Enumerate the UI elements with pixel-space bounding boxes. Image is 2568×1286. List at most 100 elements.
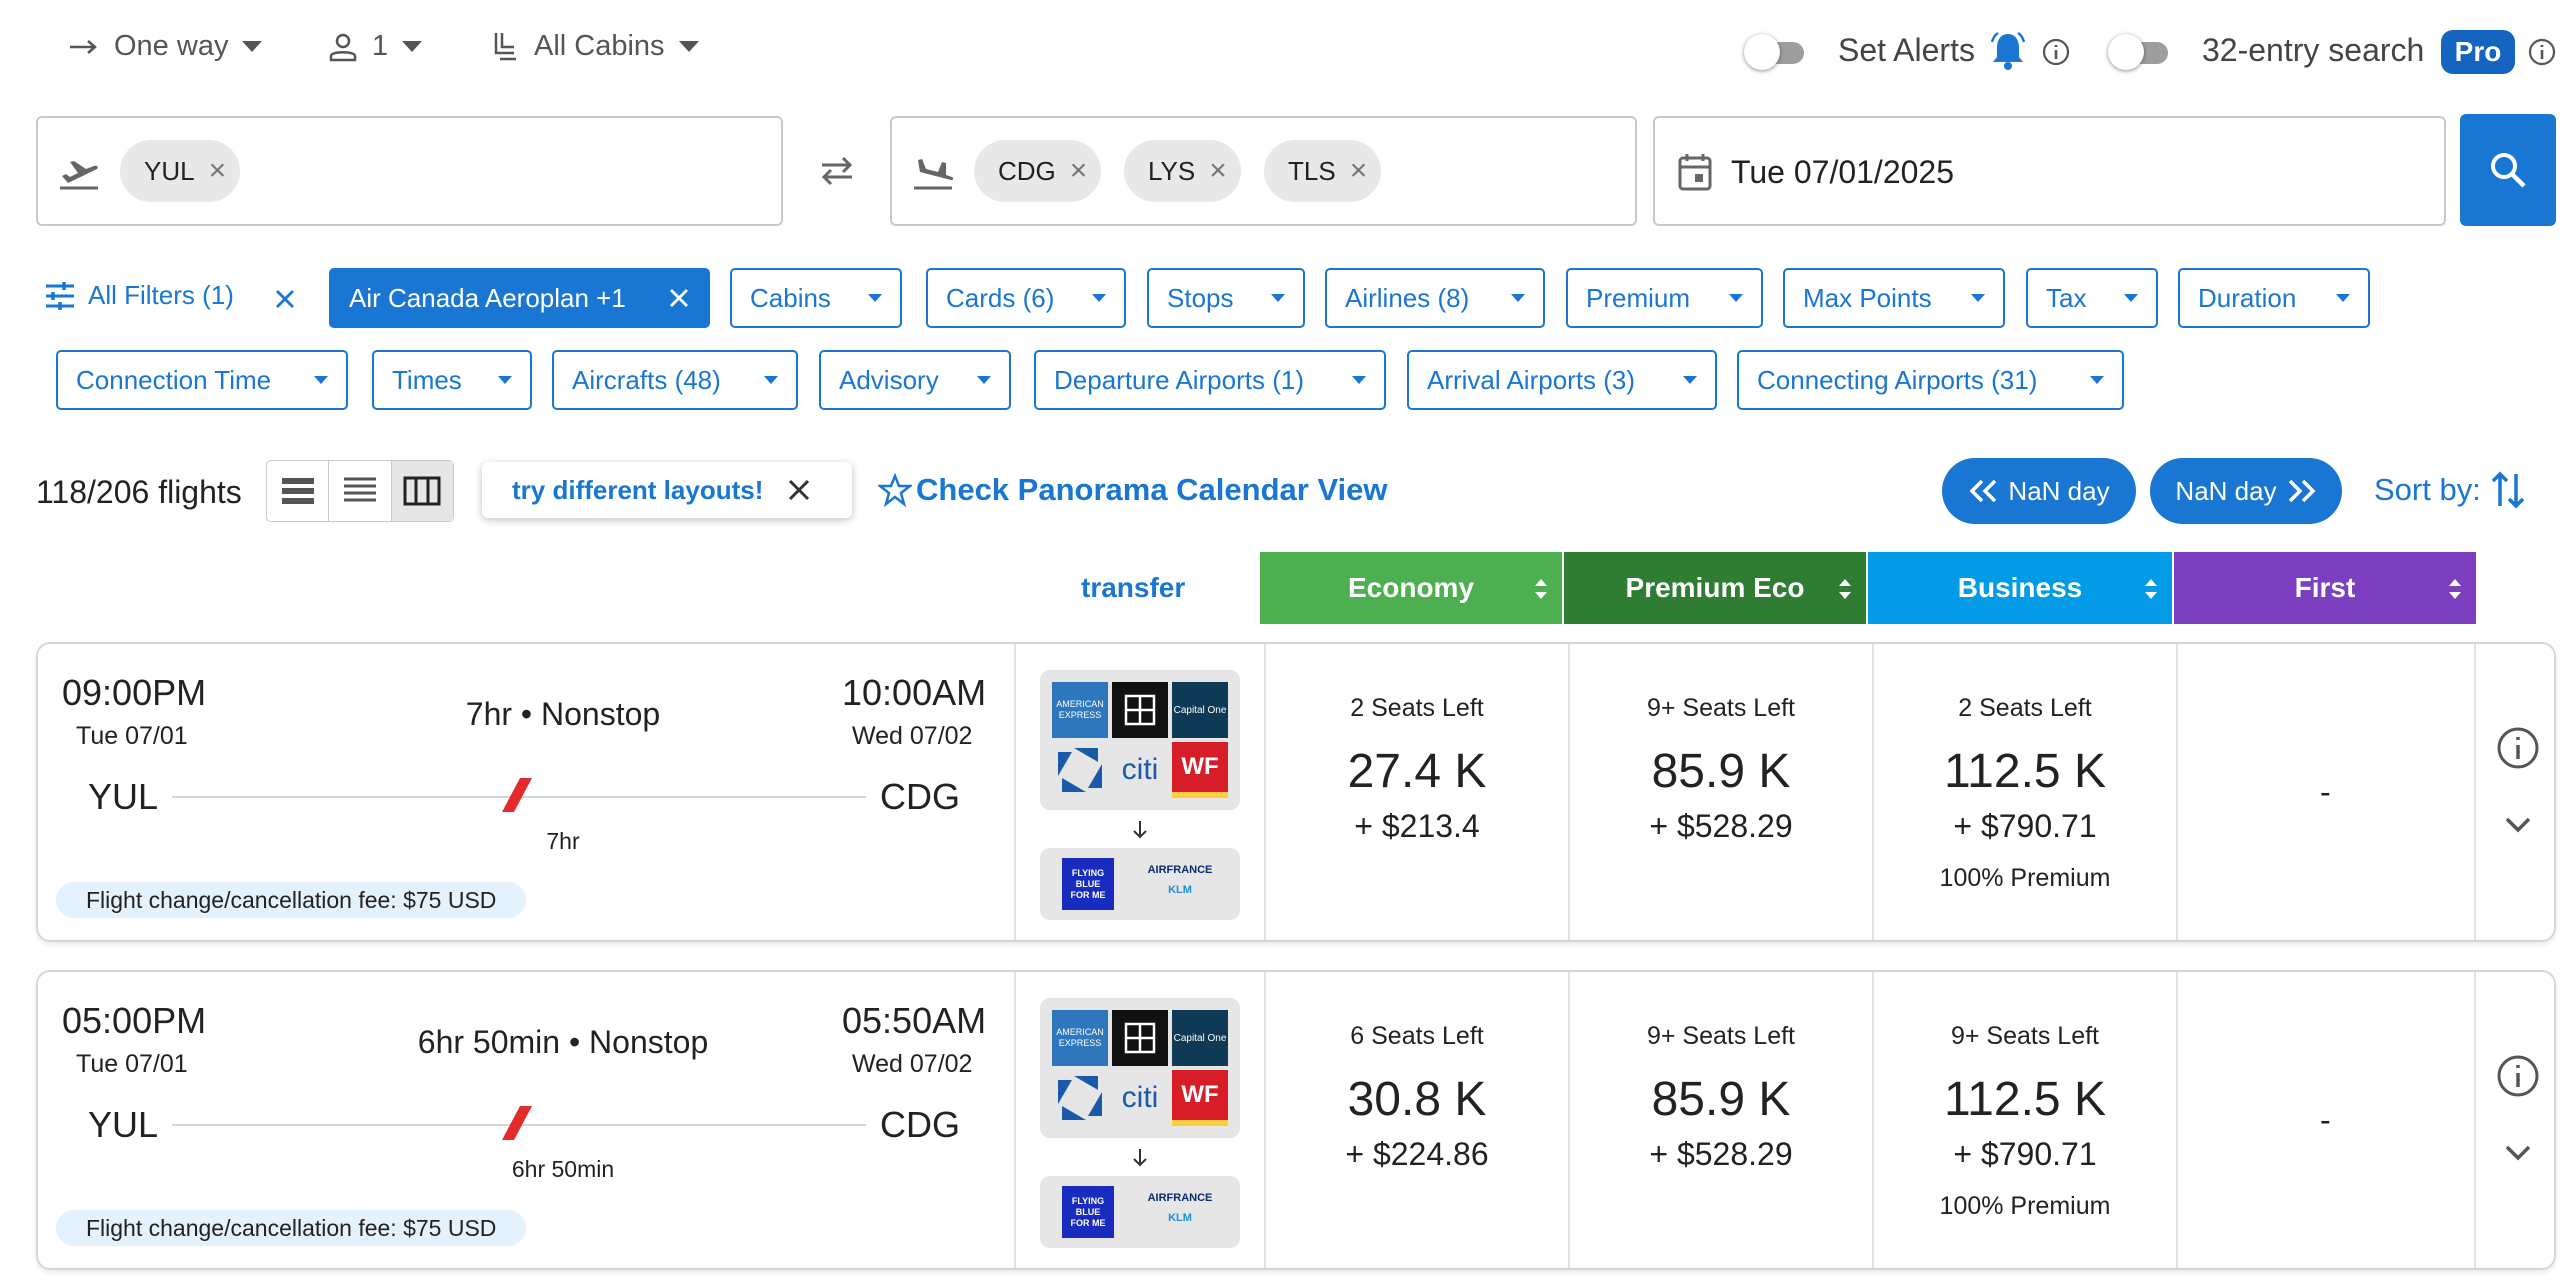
filter-label: Duration xyxy=(2198,282,2297,313)
caret-down-icon xyxy=(2090,376,2104,384)
remove-icon[interactable]: × xyxy=(1070,156,1088,186)
filter-departure-airports[interactable]: Departure Airports (1) xyxy=(1034,350,1386,410)
filter-cabins[interactable]: Cabins xyxy=(730,268,902,328)
info-icon[interactable] xyxy=(2042,38,2070,66)
passenger-count: 1 xyxy=(372,30,389,62)
divider xyxy=(1014,644,1016,940)
filter-label: Times xyxy=(392,364,462,395)
remove-icon[interactable]: × xyxy=(209,156,227,186)
destination-chip[interactable]: LYS × xyxy=(1124,140,1241,202)
entry-search-toggle[interactable] xyxy=(2108,34,2170,70)
premium-header[interactable]: Premium Eco xyxy=(1564,552,1866,624)
next-day-button[interactable]: NaN day xyxy=(2150,458,2342,524)
filter-premium[interactable]: Premium xyxy=(1566,268,1763,328)
filter-max-points[interactable]: Max Points xyxy=(1783,268,2005,328)
destination-field[interactable]: CDG × LYS × TLS × xyxy=(890,116,1637,226)
passenger-select[interactable]: 1 xyxy=(328,30,423,63)
cabin-select[interactable]: All Cabins xyxy=(492,30,699,63)
filter-connection-time[interactable]: Connection Time xyxy=(56,350,348,410)
sort-arrows-icon xyxy=(2145,579,2157,599)
filter-stops[interactable]: Stops xyxy=(1147,268,1305,328)
filter-airlines[interactable]: Airlines (8) xyxy=(1325,268,1545,328)
business-cell[interactable]: 9+ Seats Left 112.5 K + $790.71 100% Pre… xyxy=(1874,972,2176,1268)
panorama-link[interactable]: Check Panorama Calendar View xyxy=(878,472,1388,508)
wells-fargo-logo: WF xyxy=(1172,742,1228,798)
swap-icon[interactable] xyxy=(818,154,856,188)
chevron-down-icon[interactable] xyxy=(2504,1144,2532,1162)
arrow-down-icon xyxy=(1133,821,1147,839)
clear-filters-icon[interactable] xyxy=(274,288,296,310)
premium-cell[interactable]: 9+ Seats Left 85.9 K + $528.29 xyxy=(1570,972,1872,1268)
sort-arrows-icon xyxy=(2449,579,2461,599)
trip-type-select[interactable]: One way xyxy=(68,30,263,63)
filter-advisory[interactable]: Advisory xyxy=(819,350,1011,410)
wells-fargo-logo: WF xyxy=(1172,1070,1228,1126)
caret-down-icon xyxy=(498,376,512,384)
flying-blue-text: FOR ME xyxy=(1070,1217,1106,1228)
destination-chip[interactable]: CDG × xyxy=(974,140,1102,202)
filter-tax[interactable]: Tax xyxy=(2026,268,2158,328)
fee-badge: Flight change/cancellation fee: $75 USD xyxy=(56,882,527,918)
klm-text: KLM xyxy=(1168,884,1192,896)
seats-left: 9+ Seats Left xyxy=(1646,1022,1796,1050)
search-button[interactable] xyxy=(2460,114,2556,226)
business-cell[interactable]: 2 Seats Left 112.5 K + $790.71 100% Prem… xyxy=(1874,644,2176,940)
sort-button[interactable]: Sort by: xyxy=(2374,470,2525,510)
premium-cell[interactable]: 9+ Seats Left 85.9 K + $528.29 xyxy=(1570,644,1872,940)
layout-list-button[interactable] xyxy=(329,461,392,521)
trip-type-label: One way xyxy=(114,30,229,62)
filter-label: Aircrafts (48) xyxy=(572,364,721,395)
chevron-down-icon[interactable] xyxy=(2504,816,2532,834)
bell-icon[interactable] xyxy=(1988,30,2028,72)
filter-duration[interactable]: Duration xyxy=(2178,268,2370,328)
layout-columns-button[interactable] xyxy=(391,461,453,521)
info-icon[interactable] xyxy=(2528,38,2556,66)
filter-label: Premium xyxy=(1586,282,1691,313)
origin-chip[interactable]: YUL × xyxy=(120,140,241,202)
caret-down-icon xyxy=(2336,294,2350,302)
layout-tip-text: try different layouts! xyxy=(512,474,764,505)
remove-icon[interactable]: × xyxy=(1350,156,1368,186)
tax-price: + $790.71 xyxy=(1953,1136,2097,1172)
flight-card[interactable]: 05:00PM Tue 07/01 6hr 50min • Nonstop 05… xyxy=(36,970,2556,1270)
filter-arrival-airports[interactable]: Arrival Airports (3) xyxy=(1407,350,1717,410)
points-price: 30.8 K xyxy=(1347,1073,1487,1126)
filter-cards[interactable]: Cards (6) xyxy=(926,268,1126,328)
destination-chip[interactable]: TLS × xyxy=(1264,140,1382,202)
set-alerts-label: Set Alerts xyxy=(1838,32,1975,68)
economy-cell[interactable]: 6 Seats Left 30.8 K + $224.86 xyxy=(1266,972,1568,1268)
close-icon[interactable] xyxy=(787,478,811,502)
airfrance-text: AIRFRANCE xyxy=(1147,1192,1213,1204)
air-france-tail-icon xyxy=(502,1106,532,1140)
info-icon[interactable] xyxy=(2496,1054,2540,1098)
sort-label: Sort by: xyxy=(2374,472,2481,507)
close-icon[interactable] xyxy=(668,287,690,309)
destination-airport: CDG xyxy=(880,1104,960,1145)
economy-cell[interactable]: 2 Seats Left 27.4 K + $213.4 xyxy=(1266,644,1568,940)
fee-text: Flight change/cancellation fee: $75 USD xyxy=(86,1214,497,1241)
caret-down-icon xyxy=(1511,294,1525,302)
tax-price: + $528.29 xyxy=(1649,808,1793,844)
destination-chip-label: LYS xyxy=(1148,155,1196,186)
filter-aircrafts[interactable]: Aircrafts (48) xyxy=(552,350,798,410)
filter-times[interactable]: Times xyxy=(372,350,532,410)
flight-card[interactable]: 09:00PM Tue 07/01 7hr • Nonstop 10:00AM … xyxy=(36,642,2556,942)
remove-icon[interactable]: × xyxy=(1209,156,1227,186)
filter-connecting-airports[interactable]: Connecting Airports (31) xyxy=(1737,350,2124,410)
business-header[interactable]: Business xyxy=(1868,552,2172,624)
economy-header[interactable]: Economy xyxy=(1260,552,1562,624)
info-icon[interactable] xyxy=(2496,726,2540,770)
date-field[interactable]: Tue 07/01/2025 xyxy=(1653,116,2446,226)
view-columns-icon xyxy=(403,476,441,506)
caret-down-icon xyxy=(1271,294,1285,302)
all-filters-button[interactable]: All Filters (1) xyxy=(44,280,234,311)
prev-day-button[interactable]: NaN day xyxy=(1942,458,2136,524)
alerts-toggle[interactable] xyxy=(1744,34,1806,70)
origin-field[interactable]: YUL × xyxy=(36,116,783,226)
first-header[interactable]: First xyxy=(2174,552,2476,624)
layout-compact-button[interactable] xyxy=(267,461,330,521)
filter-label: Arrival Airports (3) xyxy=(1427,364,1636,395)
destination-airport: CDG xyxy=(880,776,960,817)
double-chevron-left-icon xyxy=(1969,479,1997,503)
program-filter-button[interactable]: Air Canada Aeroplan +1 xyxy=(329,268,710,328)
